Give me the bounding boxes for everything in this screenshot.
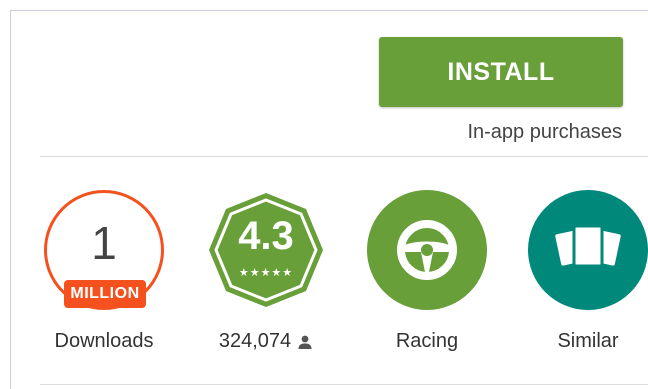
downloads-badge: 1 MILLION bbox=[44, 190, 164, 310]
rating-badge[interactable]: 4.3 ★★★★★ bbox=[206, 190, 326, 310]
rating-value: 4.3 bbox=[238, 214, 294, 258]
person-icon bbox=[298, 335, 312, 349]
category-badge[interactable] bbox=[367, 190, 487, 310]
cards-stack-icon bbox=[555, 224, 621, 268]
similar-label: Similar bbox=[557, 330, 619, 352]
rating-count: 324,074 bbox=[218, 330, 292, 352]
divider bbox=[40, 156, 648, 157]
steering-wheel-icon bbox=[397, 220, 457, 280]
category-label: Racing bbox=[395, 330, 459, 352]
downloads-unit-pill: MILLION bbox=[64, 280, 146, 308]
in-app-purchases-note: In-app purchases bbox=[467, 121, 622, 143]
downloads-number: 1 bbox=[91, 217, 117, 269]
similar-badge[interactable] bbox=[528, 190, 648, 310]
rating-stars: ★★★★★ bbox=[238, 267, 294, 279]
downloads-label: Downloads bbox=[54, 330, 154, 352]
rating-count-label: 324,074 bbox=[206, 330, 326, 353]
install-button[interactable]: INSTALL bbox=[379, 37, 623, 107]
divider bbox=[40, 384, 648, 385]
